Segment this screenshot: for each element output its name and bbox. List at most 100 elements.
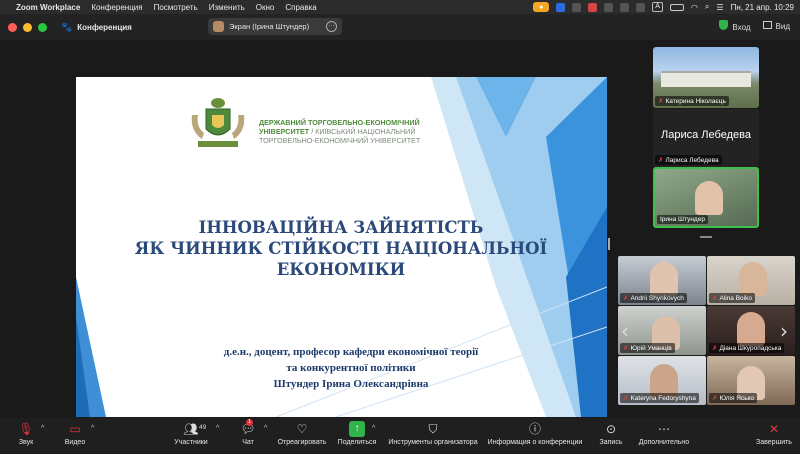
slide-title-line-1: ІННОВАЦІЙНА ЗАЙНЯТІСТЬ	[198, 218, 484, 237]
meeting-title-label: Конференция	[77, 22, 132, 32]
participant-name-tag: ✗ Лариса Лебедева	[655, 155, 722, 165]
view-button[interactable]: Вид	[762, 21, 790, 31]
university-logo	[188, 95, 248, 151]
participant-name: Катерина Ніколаєць	[665, 97, 726, 105]
participant-name: Лариса Лебедева	[665, 156, 719, 164]
paw-icon: 🐾	[61, 21, 73, 32]
app-menu[interactable]: Zoom Workplace	[16, 3, 80, 12]
participant-name-tag: ✗ Катерина Ніколаєць	[655, 96, 729, 106]
mic-muted-icon: 🎙︎	[18, 422, 34, 436]
video-tile[interactable]: ✗ Юлія Ясько	[707, 356, 795, 405]
battery-icon[interactable]	[669, 3, 684, 11]
menu-conference[interactable]: Конференция	[91, 3, 142, 12]
zoom-window-button[interactable]	[38, 22, 47, 32]
slide-title: ІННОВАЦІЙНА ЗАЙНЯТІСТЬ ЯК ЧИННИК СТІЙКОС…	[116, 217, 566, 280]
video-label: Видео	[64, 439, 86, 446]
video-options-chevron-icon[interactable]: ^	[91, 425, 94, 432]
participant-name: Alina Boiko	[719, 294, 752, 302]
meeting-toolbar: 🎙︎ Звук ^ ▭ Видео ^ 👥︎ 49 Участники ^ ^ …	[0, 418, 800, 454]
heart-icon: ♡	[296, 422, 308, 436]
zoom-titlebar: 🐾 Конференция Экран (Ірина Штундер) ··· …	[0, 14, 800, 40]
record-button[interactable]: ⊙ Запись	[597, 421, 625, 446]
participant-name: Andrii Shynkovych	[630, 294, 684, 302]
muted-mic-icon: ✗	[712, 295, 718, 302]
menu-view[interactable]: Посмотреть	[154, 3, 198, 12]
video-tile[interactable]: Лариса Лебедева ✗ Лариса Лебедева	[653, 109, 759, 167]
zoom-window: Zoom Workplace Конференция Посмотреть Из…	[0, 0, 800, 454]
video-tile[interactable]: ✗ Andrii Shynkovych	[618, 256, 706, 305]
active-speaker-tile[interactable]: Ірина Штундер	[653, 167, 759, 228]
participant-name-tag: ✗ Kateryna Fedoryshyna	[620, 393, 699, 403]
tray-zoom-icon[interactable]	[572, 2, 582, 12]
slide-author: д.е.н., доцент, професор кафедри економі…	[136, 344, 566, 392]
end-meeting-button[interactable]: ✕ Завершить	[752, 421, 796, 446]
tray-app2-icon[interactable]	[604, 2, 614, 12]
close-window-button[interactable]	[8, 22, 17, 32]
audio-options-chevron-icon[interactable]: ^	[41, 425, 44, 432]
participant-video	[737, 312, 765, 346]
window-controls	[8, 22, 47, 32]
gallery-prev-icon[interactable]: ‹	[621, 319, 629, 343]
gallery-next-icon[interactable]: ›	[780, 319, 788, 343]
search-icon[interactable]: ⌕	[705, 2, 709, 12]
meeting-info-button[interactable]: ⓘ Информация о конференции	[487, 421, 583, 446]
wifi-icon[interactable]: ◠	[691, 3, 698, 12]
audio-button[interactable]: 🎙︎ Звук	[12, 421, 40, 446]
view-label: Вид	[775, 22, 790, 31]
participant-video	[739, 262, 767, 296]
participants-options-chevron-icon[interactable]: ^	[216, 425, 219, 432]
participant-name-tag: Ірина Штундер	[657, 215, 708, 224]
video-tile[interactable]: ✗ Alina Boiko	[707, 256, 795, 305]
muted-mic-icon: ✗	[712, 345, 718, 352]
minimize-window-button[interactable]	[23, 22, 32, 32]
menu-edit[interactable]: Изменить	[209, 3, 245, 12]
input-source-indicator[interactable]: A	[652, 2, 663, 12]
menu-window[interactable]: Окно	[256, 3, 275, 12]
share-indicator-pill[interactable]: Экран (Ірина Штундер) ···	[208, 18, 342, 35]
react-button[interactable]: ♡ Отреагировать	[276, 421, 328, 446]
muted-mic-icon: ✗	[623, 345, 629, 352]
video-tile[interactable]: ✗ Юрій Уманців	[618, 306, 706, 355]
titlebar-right: Вход Вид	[719, 20, 790, 32]
share-options-chevron-icon[interactable]: ^	[372, 425, 375, 432]
author-line-1: д.е.н., доцент, професор кафедри економі…	[223, 346, 479, 358]
shared-screen-slide: ДЕРЖАВНИЙ ТОРГОВЕЛЬНО-ЕКОНОМІЧНИЙ УНІВЕР…	[76, 77, 607, 417]
participant-video	[650, 262, 678, 296]
participant-video	[695, 181, 723, 215]
chat-options-chevron-icon[interactable]: ^	[264, 425, 267, 432]
tray-app4-icon[interactable]	[636, 2, 646, 12]
menubar-clock[interactable]: Пн, 21 апр. 10:29	[731, 3, 794, 12]
participant-name-tag: ✗ Alina Boiko	[709, 293, 755, 303]
mic-in-use-icon[interactable]: ●	[533, 2, 550, 12]
tray-app-icon[interactable]	[556, 2, 566, 12]
chat-label: Чат	[242, 439, 254, 446]
video-button[interactable]: ▭ Видео	[60, 421, 90, 446]
tray-app3-icon[interactable]	[620, 2, 630, 12]
host-tools-button[interactable]: ⛉ Инструменты организатора	[386, 421, 480, 446]
video-tile[interactable]: ✗ Kateryna Fedoryshyna	[618, 356, 706, 405]
background-building	[661, 71, 751, 87]
video-tile[interactable]: ✗ Катерина Ніколаєць	[653, 47, 759, 108]
login-button[interactable]: Вход	[719, 20, 751, 32]
audio-label: Звук	[18, 439, 34, 446]
participant-name: Ірина Штундер	[660, 216, 705, 223]
muted-mic-icon: ✗	[623, 395, 629, 402]
control-center-icon[interactable]: ☰	[716, 3, 723, 12]
more-button[interactable]: ⋯ Дополнительно	[636, 421, 692, 446]
tray-record-icon[interactable]	[588, 2, 598, 12]
record-icon: ⊙	[605, 422, 617, 436]
participant-name-tag: ✗ Діана Шкуропадська	[709, 343, 785, 353]
participant-name: Юрій Уманців	[630, 344, 672, 352]
more-options-icon[interactable]: ···	[326, 21, 337, 32]
chat-button[interactable]: 💬︎ 1 Чат	[236, 419, 260, 446]
participant-name-tag: ✗ Andrii Shynkovych	[620, 293, 687, 303]
participant-name: Діана Шкуропадська	[719, 344, 782, 352]
splitter-handle[interactable]	[608, 238, 610, 250]
menu-help[interactable]: Справка	[285, 3, 316, 12]
participants-button[interactable]: 👥︎ 49 Участники	[170, 421, 212, 446]
university-name: ДЕРЖАВНИЙ ТОРГОВЕЛЬНО-ЕКОНОМІЧНИЙ УНІВЕР…	[259, 118, 429, 145]
gallery-resize-handle[interactable]	[700, 236, 712, 238]
participant-name-tag: ✗ Юрій Уманців	[620, 343, 675, 353]
shield-icon	[719, 20, 729, 30]
participant-name: Юлія Ясько	[719, 394, 755, 402]
